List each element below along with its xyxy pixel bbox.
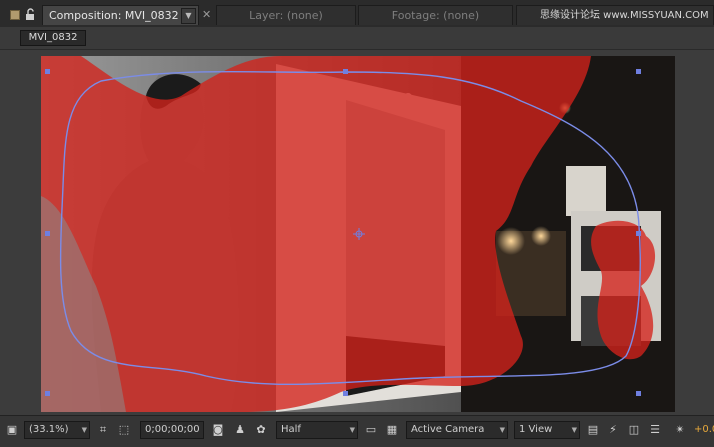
grid-icon[interactable]: ⌗ bbox=[95, 421, 111, 439]
tab-layer[interactable]: Layer: (none) bbox=[216, 5, 356, 25]
resolution-dropdown[interactable]: Half ▼ bbox=[276, 421, 358, 439]
picture-frame-1 bbox=[566, 166, 606, 216]
frame-artwork bbox=[41, 56, 675, 412]
toggle-pixel-aspect-icon[interactable]: ▤ bbox=[585, 421, 601, 439]
vertex-tl bbox=[45, 69, 50, 74]
transparency-grid-icon[interactable]: ▦ bbox=[384, 421, 400, 439]
fast-previews-icon[interactable]: ▭ bbox=[363, 421, 379, 439]
camera-view-dropdown[interactable]: Active Camera ▼ bbox=[406, 421, 508, 439]
reset-exposure-icon[interactable]: ✴ bbox=[672, 421, 688, 439]
region-of-interest-icon[interactable]: ▣ bbox=[4, 421, 20, 439]
composition-frame[interactable] bbox=[41, 56, 675, 412]
current-time-field[interactable]: 0;00;00;00 bbox=[140, 421, 204, 439]
resolution-value: Half bbox=[281, 424, 301, 435]
lock-icon[interactable] bbox=[25, 8, 37, 21]
show-snapshot-icon[interactable]: ♟ bbox=[232, 421, 248, 439]
chevron-down-icon: ▼ bbox=[349, 426, 355, 434]
vertex-tr bbox=[636, 69, 641, 74]
vertex-ml bbox=[45, 231, 50, 236]
view-layout-dropdown[interactable]: 1 View ▼ bbox=[514, 421, 580, 439]
current-time-value: 0;00;00;00 bbox=[145, 424, 200, 435]
chevron-down-icon: ▼ bbox=[571, 426, 577, 434]
mask-visibility-icon[interactable]: ⬚ bbox=[116, 421, 132, 439]
tab-layer-label: Layer: (none) bbox=[249, 9, 323, 22]
tab-composition-label: Composition: MVI_0832 bbox=[49, 9, 179, 22]
light-1 bbox=[497, 227, 525, 255]
light-2 bbox=[531, 226, 551, 246]
channel-icon[interactable]: ✿ bbox=[253, 421, 269, 439]
flowchart-icon[interactable]: ☰ bbox=[647, 421, 663, 439]
chevron-down-icon: ▼ bbox=[499, 426, 505, 434]
vertex-br bbox=[636, 391, 641, 396]
vertex-bl bbox=[45, 391, 50, 396]
panel-menu-icon[interactable] bbox=[10, 10, 20, 20]
magnification-dropdown[interactable]: (33.1%) ▼ bbox=[24, 421, 90, 439]
composition-viewer[interactable] bbox=[0, 50, 714, 415]
exposure-value[interactable]: +0.0 bbox=[694, 421, 714, 439]
camera-view-value: Active Camera bbox=[411, 424, 485, 435]
watermark: 思缘设计论坛 www.MISSYUAN.COM bbox=[540, 10, 709, 21]
viewer-toolbar: ▣ (33.1%) ▼ ⌗ ⬚ 0;00;00;00 ◙ ♟ ✿ Half ▼ … bbox=[0, 415, 714, 447]
chevron-down-icon[interactable]: ▼ bbox=[181, 8, 196, 24]
chevron-down-icon: ▼ bbox=[81, 426, 87, 434]
tab-footage[interactable]: Footage: (none) bbox=[358, 5, 513, 25]
comp-navigator-bar: MVI_0832 bbox=[0, 27, 714, 50]
vertex-bm bbox=[343, 391, 348, 396]
close-icon[interactable]: ✕ bbox=[202, 8, 211, 21]
vertex-mr bbox=[636, 231, 641, 236]
timeline-icon[interactable]: ◫ bbox=[626, 421, 642, 439]
tab-footage-label: Footage: (none) bbox=[391, 9, 480, 22]
fast-preview-icon[interactable]: ⚡ bbox=[605, 421, 621, 439]
camera-snapshot-icon[interactable]: ◙ bbox=[210, 421, 226, 439]
tab-composition[interactable]: Composition: MVI_0832 ▼ bbox=[42, 5, 199, 25]
vertex-tm bbox=[343, 69, 348, 74]
magnification-value: (33.1%) bbox=[29, 424, 69, 435]
panel-tab-bar: Composition: MVI_0832 ▼ ✕ Layer: (none) … bbox=[0, 0, 714, 28]
view-layout-value: 1 View bbox=[519, 424, 553, 435]
comp-name-button[interactable]: MVI_0832 bbox=[20, 30, 86, 46]
